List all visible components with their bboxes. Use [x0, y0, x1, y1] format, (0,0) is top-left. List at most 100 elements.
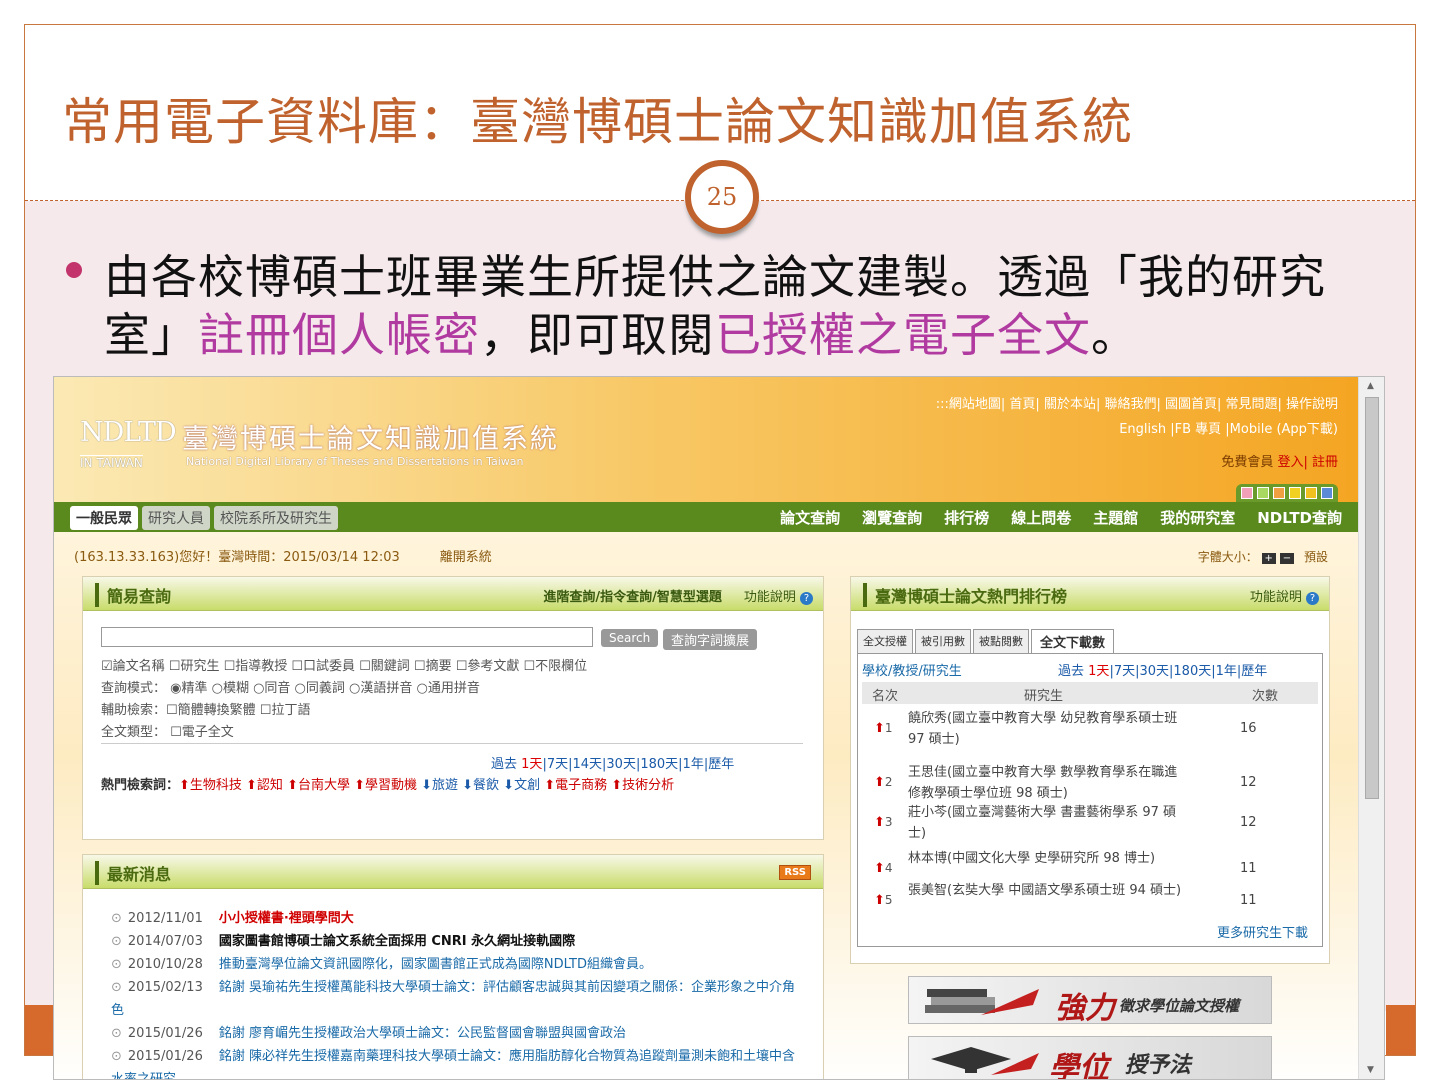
hot-terms-down[interactable]: ⬇旅遊 ⬇餐飲 ⬇文創: [421, 778, 544, 793]
nav-topics[interactable]: 主題館: [1093, 507, 1138, 528]
font-plus-button[interactable]: +: [1261, 553, 1276, 564]
download-count: 12: [1240, 775, 1257, 790]
color-swatch[interactable]: [1321, 487, 1333, 499]
news-text[interactable]: 國家圖書館博碩士論文系統全面採用 CNRI 永久網址接軌國際: [219, 934, 575, 949]
tab-license[interactable]: 全文授權: [857, 629, 913, 653]
news-item[interactable]: ⊙ 2015/01/26 銘謝 廖育嵋先生授權政治大學碩士論文：公民監督國會聯盟與國…: [111, 1022, 801, 1045]
news-text[interactable]: 銘謝 廖育嵋先生授權政治大學碩士論文：公民監督國會聯盟與國會政治: [219, 1026, 626, 1041]
banner-degree-law[interactable]: 學位 授予法: [908, 1036, 1272, 1079]
period-option[interactable]: 1天: [521, 757, 542, 772]
color-swatch[interactable]: [1273, 487, 1285, 499]
help-icon[interactable]: ?: [800, 592, 813, 605]
top-links-row1[interactable]: :::網站地圖| 首頁| 關於本站| 聯絡我們| 國圖首頁| 常見問題| 操作說…: [936, 392, 1338, 417]
news-item[interactable]: ⊙ 2012/11/01 小小授權書·裡頭學問大: [111, 907, 801, 930]
ranking-filter[interactable]: 學校/教授/研究生: [862, 660, 962, 679]
tab-downloads[interactable]: 全文下載數: [1031, 629, 1115, 653]
download-count: 11: [1240, 893, 1257, 908]
site-logo-title[interactable]: 臺灣博碩士論文知識加值系統: [182, 417, 559, 456]
news-date: 2015/02/13: [127, 980, 203, 995]
register-link[interactable]: | 註冊: [1303, 455, 1338, 470]
scroll-thumb[interactable]: [1365, 397, 1379, 799]
period-option[interactable]: |30天: [1135, 664, 1169, 679]
logout-link[interactable]: 離開系統: [440, 550, 492, 565]
more-link[interactable]: 更多研究生下載: [1217, 922, 1308, 941]
period-option[interactable]: |歷年: [704, 757, 734, 772]
color-swatch[interactable]: [1241, 487, 1253, 499]
period-option[interactable]: |7天: [1109, 664, 1135, 679]
nav-browse[interactable]: 瀏覽查詢: [862, 507, 922, 528]
slide: { "slide": { "title": "常用電子資料庫：臺灣博碩士論文知識…: [0, 0, 1440, 1080]
fulltext-type[interactable]: 全文類型： ☐電子全文: [101, 721, 234, 740]
rss-button[interactable]: RSS: [779, 865, 811, 880]
ranking-period: 過去 1天|7天|30天|180天|1年|歷年: [1058, 660, 1267, 679]
logo-ndltd[interactable]: NDLTD: [80, 417, 177, 448]
scroll-up-icon[interactable]: ▲: [1367, 381, 1374, 391]
tab-citations[interactable]: 被引用數: [915, 629, 971, 653]
search-input[interactable]: [101, 627, 593, 647]
color-swatch[interactable]: [1305, 487, 1317, 499]
tab-views[interactable]: 被點閱數: [973, 629, 1029, 653]
ranking-table: 學校/教授/研究生 過去 1天|7天|30天|180天|1年|歷年 名次 研究生…: [857, 653, 1323, 947]
news-item[interactable]: ⊙ 2015/02/13 銘謝 吳瑜祐先生授權萬能科技大學碩士論文：評估顧客忠誠與其…: [111, 976, 801, 1022]
ranking-header: 臺灣博碩士論文熱門排行榜 功能說明 ?: [851, 577, 1329, 611]
period-option[interactable]: |7天: [542, 757, 568, 772]
period-option[interactable]: |1年: [1211, 664, 1237, 679]
news-header: 最新消息 RSS: [83, 855, 823, 889]
rank-number: 1: [884, 721, 893, 735]
query-expand-button[interactable]: 查詢字詞擴展: [663, 629, 758, 650]
period-option[interactable]: |14天: [568, 757, 602, 772]
bullet-icon: ⊙: [111, 1049, 122, 1064]
color-swatch[interactable]: [1289, 487, 1301, 499]
student-name[interactable]: 林本博(中國文化大學 史學研究所 98 博士): [908, 848, 1188, 869]
student-name[interactable]: 饒欣秀(國立臺中教育大學 幼兒教育學系碩士班 97 碩士): [908, 708, 1188, 750]
period-option[interactable]: 1天: [1088, 664, 1109, 679]
simple-search-title: 簡易查詢: [95, 583, 171, 607]
scrollbar[interactable]: ▲ ▼: [1358, 377, 1384, 1079]
search-button[interactable]: Search: [601, 629, 659, 647]
bullet-highlight: 已授權之電子全文: [715, 308, 1091, 362]
news-text[interactable]: 推動臺灣學位論文資訊國際化，國家圖書館正式成為國際NDLTD組織會員。: [219, 957, 652, 972]
period-option[interactable]: |180天: [1169, 664, 1211, 679]
student-name[interactable]: 王思佳(國立臺中教育大學 數學教育學系在職進修教學碩士學位班 98 碩士): [908, 762, 1188, 804]
period-option[interactable]: |1年: [678, 757, 704, 772]
rank-up-icon: ⬆1: [874, 721, 893, 736]
advanced-search-link[interactable]: 進階查詢/指令查詢/智慧型選題: [543, 590, 722, 605]
rank-number: 3: [884, 815, 893, 829]
news-item[interactable]: ⊙ 2015/01/26 銘謝 陳必祥先生授權嘉南藥理科技大學碩士論文：應用脂肪醇化…: [111, 1045, 801, 1079]
color-swatch[interactable]: [1257, 487, 1269, 499]
font-default-button[interactable]: 預設: [1304, 550, 1328, 564]
student-name[interactable]: 莊小芩(國立臺灣藝術大學 書畫藝術學系 97 碩士): [908, 802, 1188, 844]
nav-thesis-search[interactable]: 論文查詢: [780, 507, 840, 528]
news-text[interactable]: 銘謝 吳瑜祐先生授權萬能科技大學碩士論文：評估顧客忠誠與其前因變項之關係：企業形…: [111, 980, 795, 1018]
banner-license-call[interactable]: 強力 徵求學位論文授權: [908, 976, 1272, 1026]
login-link[interactable]: 登入: [1277, 455, 1303, 470]
ranking-table-header: 名次 研究生 次數: [862, 682, 1318, 704]
tab-researchers[interactable]: 研究人員: [142, 506, 210, 530]
student-name[interactable]: 張美智(玄奘大學 中國語文學系碩士班 94 碩士): [908, 880, 1188, 901]
scroll-down-icon[interactable]: ▼: [1367, 1065, 1374, 1075]
hot-terms-up[interactable]: ⬆生物科技 ⬆認知 ⬆台南大學 ⬆學習動機: [179, 778, 421, 793]
tab-schools[interactable]: 校院系所及研究生: [214, 506, 338, 530]
nav-my-lab[interactable]: 我的研究室: [1160, 507, 1235, 528]
news-item[interactable]: ⊙ 2014/07/03 國家圖書館博碩士論文系統全面採用 CNRI 永久網址接軌國…: [111, 930, 801, 953]
news-text[interactable]: 小小授權書·裡頭學問大: [219, 911, 354, 926]
aux-search[interactable]: 輔助檢索：☐簡體轉換繁體 ☐拉丁語: [101, 699, 310, 718]
search-fields[interactable]: ☑論文名稱 ☐研究生 ☐指導教授 ☐口試委員 ☐關鍵詞 ☐摘要 ☐參考文獻 ☐不…: [101, 655, 587, 674]
period-option[interactable]: |180天: [636, 757, 678, 772]
news-text[interactable]: 銘謝 陳必祥先生授權嘉南藥理科技大學碩士論文：應用脂肪醇化合物質為追蹤劑量測未飽…: [111, 1049, 795, 1079]
news-item[interactable]: ⊙ 2010/10/28 推動臺灣學位論文資訊國際化，國家圖書館正式成為國際NDLT…: [111, 953, 801, 976]
nav-ranking[interactable]: 排行榜: [944, 507, 989, 528]
help-icon[interactable]: ?: [1306, 592, 1319, 605]
nav-ndltd[interactable]: NDLTD查詢: [1257, 507, 1342, 528]
period-option[interactable]: |歷年: [1237, 664, 1267, 679]
top-links-row2[interactable]: English |FB 專頁 |Mobile (App下載): [936, 417, 1338, 442]
hot-terms-up[interactable]: ⬆電子商務 ⬆技術分析: [544, 778, 674, 793]
search-mode[interactable]: 查詢模式： ◉精準 ○模糊 ○同音 ○同義詞 ○漢語拼音 ○通用拼音: [101, 677, 480, 696]
font-minus-button[interactable]: −: [1279, 553, 1295, 564]
tab-general-public[interactable]: 一般民眾: [70, 506, 138, 530]
help-link[interactable]: 功能說明: [744, 590, 796, 605]
banner-small-text: 徵求學位論文授權: [1119, 997, 1240, 1015]
period-option[interactable]: |30天: [602, 757, 636, 772]
nav-survey[interactable]: 線上問卷: [1011, 507, 1071, 528]
help-link[interactable]: 功能說明: [1250, 590, 1302, 605]
